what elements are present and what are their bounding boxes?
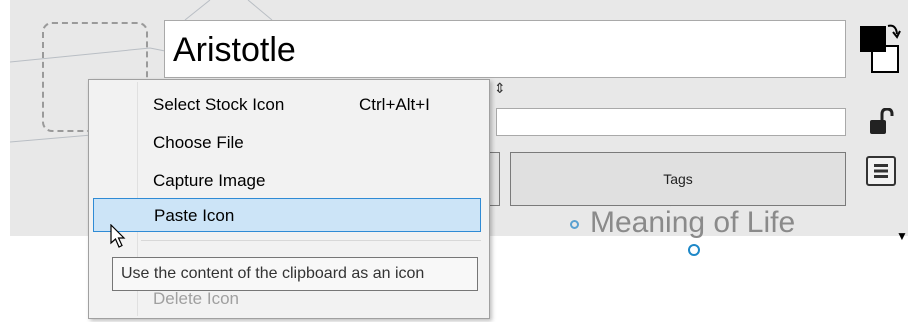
tooltip: Use the content of the clipboard as an i…	[112, 257, 478, 291]
menu-item-label: Paste Icon	[154, 206, 235, 225]
connection-point[interactable]	[570, 220, 579, 229]
mouse-cursor-icon	[110, 224, 126, 248]
swap-colors-icon[interactable]	[858, 22, 908, 82]
topic-label[interactable]: Meaning of Life	[590, 206, 795, 240]
resize-handle-icon[interactable]: ⇕	[494, 80, 506, 97]
dropdown-arrow-icon[interactable]: ▼	[896, 229, 908, 243]
unlock-icon[interactable]	[870, 108, 894, 136]
hamburger-menu-icon	[874, 164, 888, 178]
menu-separator	[141, 240, 481, 241]
tags-button[interactable]: Tags	[510, 152, 846, 206]
menu-item-label: Delete Icon	[153, 289, 239, 308]
menu-item-shortcut: Ctrl+Alt+I	[359, 95, 430, 114]
menu-item-select-stock-icon[interactable]: Select Stock Icon Ctrl+Alt+I	[93, 88, 481, 122]
menu-item-paste-icon[interactable]: Paste Icon	[93, 198, 481, 232]
name-field[interactable]: Aristotle	[164, 20, 846, 78]
connection-point[interactable]	[688, 244, 700, 256]
note-field[interactable]	[496, 108, 846, 136]
menu-item-label: Choose File	[153, 133, 244, 152]
menu-item-label: Select Stock Icon	[153, 95, 285, 114]
menu-item-capture-image[interactable]: Capture Image	[93, 164, 481, 198]
menu-item-label: Capture Image	[153, 171, 266, 190]
menu-item-choose-file[interactable]: Choose File	[93, 126, 481, 160]
hamburger-menu-button[interactable]	[866, 156, 896, 186]
